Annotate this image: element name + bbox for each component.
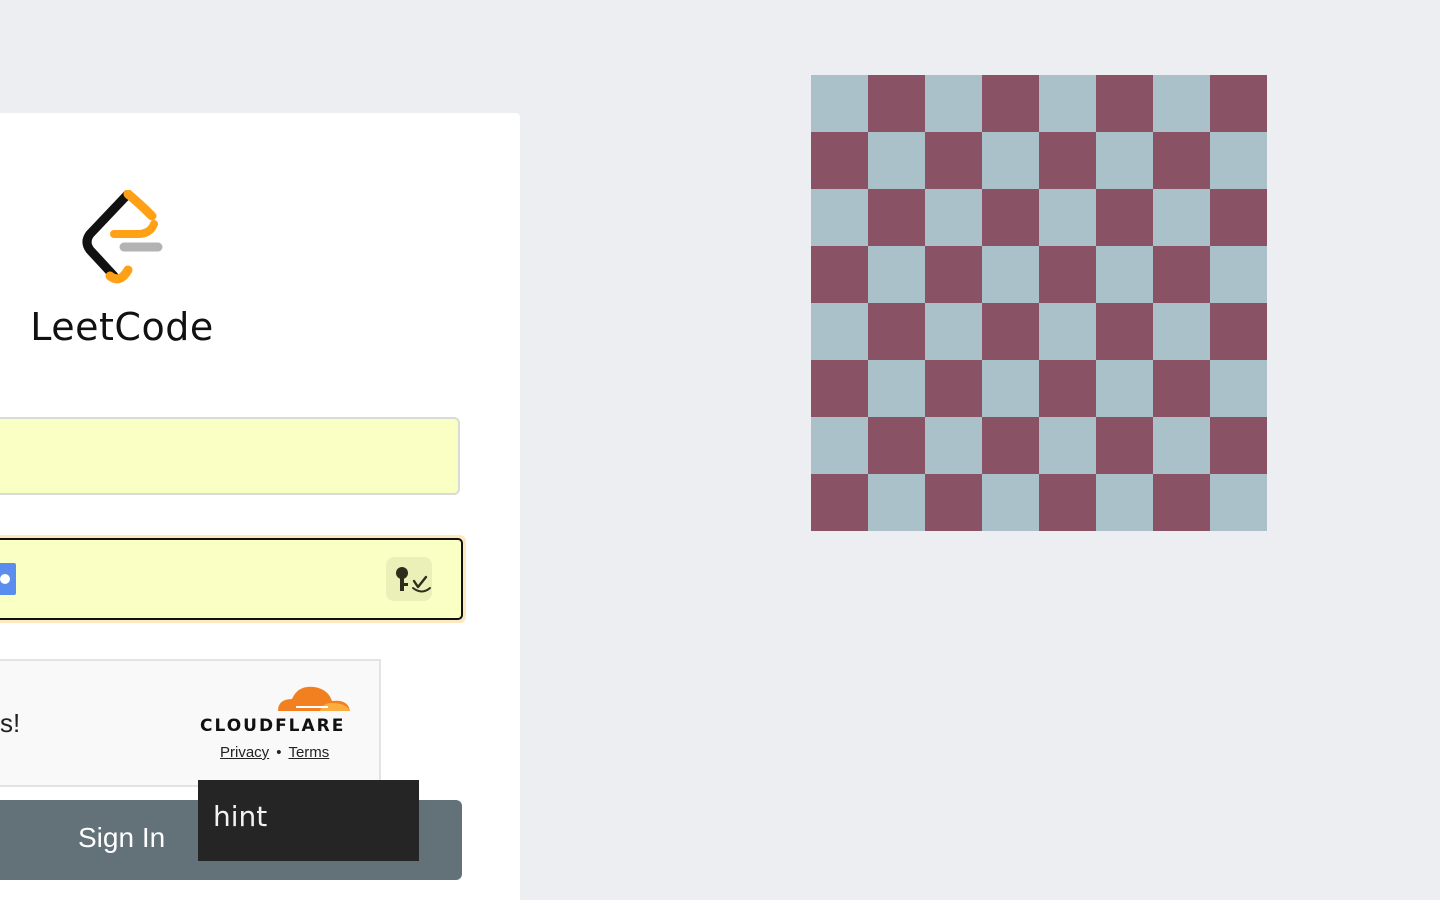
hint-tooltip: hint bbox=[198, 780, 419, 861]
board-square bbox=[1096, 189, 1153, 246]
board-square bbox=[1210, 417, 1267, 474]
board-square bbox=[868, 303, 925, 360]
board-square bbox=[1096, 303, 1153, 360]
board-square bbox=[1039, 417, 1096, 474]
board-square bbox=[925, 132, 982, 189]
board-square bbox=[1039, 303, 1096, 360]
board-square bbox=[1153, 189, 1210, 246]
board-square bbox=[811, 189, 868, 246]
board-square bbox=[811, 474, 868, 531]
board-square bbox=[868, 246, 925, 303]
board-square bbox=[1039, 360, 1096, 417]
board-square bbox=[1210, 360, 1267, 417]
board-square bbox=[1096, 132, 1153, 189]
board-square bbox=[1039, 474, 1096, 531]
board-square bbox=[1153, 417, 1210, 474]
board-square bbox=[1210, 303, 1267, 360]
board-square bbox=[925, 303, 982, 360]
board-square bbox=[1096, 75, 1153, 132]
board-square bbox=[925, 474, 982, 531]
board-square bbox=[811, 417, 868, 474]
board-square bbox=[868, 417, 925, 474]
board-square bbox=[1096, 417, 1153, 474]
privacy-link[interactable]: Privacy bbox=[220, 744, 269, 761]
checkerboard bbox=[811, 75, 1267, 531]
terms-link[interactable]: Terms bbox=[288, 744, 329, 761]
board-square bbox=[925, 75, 982, 132]
captcha-message: s! bbox=[0, 708, 21, 738]
board-square bbox=[1039, 189, 1096, 246]
board-square bbox=[925, 189, 982, 246]
board-square bbox=[1153, 360, 1210, 417]
board-square bbox=[1210, 75, 1267, 132]
brand-wordmark: LeetCode bbox=[30, 305, 214, 349]
board-square bbox=[1096, 360, 1153, 417]
board-square bbox=[868, 75, 925, 132]
board-square bbox=[982, 75, 1039, 132]
board-square bbox=[811, 360, 868, 417]
board-square bbox=[982, 246, 1039, 303]
board-square bbox=[982, 303, 1039, 360]
password-manager-key-icon[interactable] bbox=[386, 557, 432, 601]
board-square bbox=[811, 303, 868, 360]
board-square bbox=[1153, 303, 1210, 360]
text-cursor-icon bbox=[0, 563, 16, 595]
board-square bbox=[982, 417, 1039, 474]
board-square bbox=[925, 360, 982, 417]
board-square bbox=[925, 246, 982, 303]
board-square bbox=[982, 474, 1039, 531]
board-square bbox=[1039, 132, 1096, 189]
board-square bbox=[1210, 189, 1267, 246]
board-square bbox=[925, 417, 982, 474]
link-separator: • bbox=[276, 744, 282, 761]
board-square bbox=[1210, 246, 1267, 303]
board-square bbox=[1210, 132, 1267, 189]
board-square bbox=[1153, 246, 1210, 303]
board-square bbox=[1153, 75, 1210, 132]
board-square bbox=[1039, 246, 1096, 303]
board-square bbox=[811, 132, 868, 189]
board-square bbox=[868, 474, 925, 531]
sign-in-label: Sign In bbox=[78, 822, 166, 853]
board-square bbox=[982, 360, 1039, 417]
board-square bbox=[868, 360, 925, 417]
board-square bbox=[868, 189, 925, 246]
board-square bbox=[1210, 474, 1267, 531]
board-square bbox=[1096, 246, 1153, 303]
leetcode-logo-icon bbox=[82, 190, 163, 284]
board-square bbox=[811, 246, 868, 303]
board-square bbox=[1096, 474, 1153, 531]
board-square bbox=[1153, 474, 1210, 531]
board-square bbox=[868, 132, 925, 189]
username-input[interactable] bbox=[0, 417, 460, 495]
board-square bbox=[1153, 132, 1210, 189]
board-square bbox=[982, 132, 1039, 189]
cloudflare-links: Privacy • Terms bbox=[220, 744, 329, 761]
cloudflare-wordmark: CLOUDFLARE bbox=[200, 716, 346, 736]
board-square bbox=[1039, 75, 1096, 132]
board-square bbox=[811, 75, 868, 132]
board-square bbox=[982, 189, 1039, 246]
